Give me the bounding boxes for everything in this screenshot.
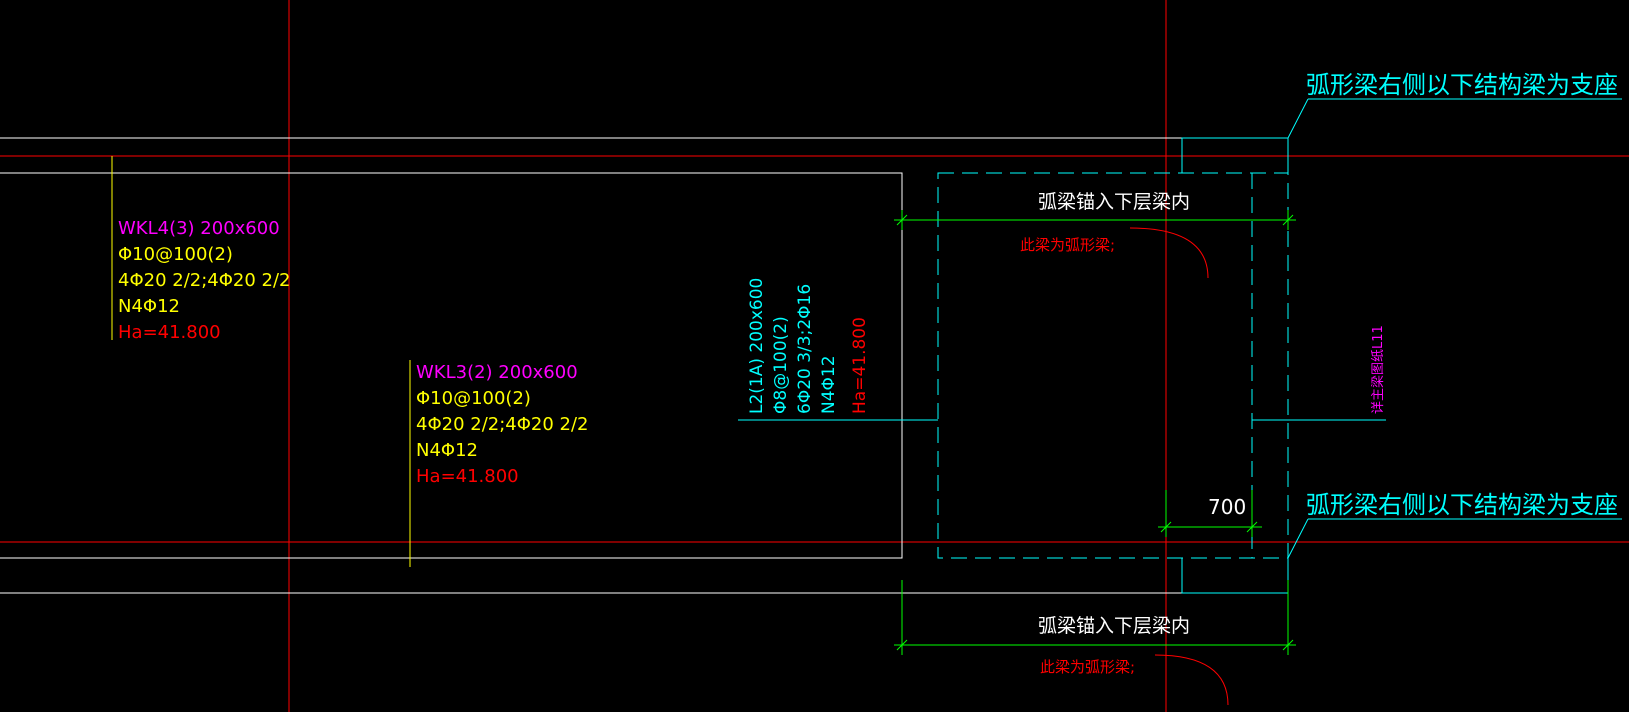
dimension-700: 700 [1208,495,1246,519]
wkl4-name: WKL4(3) 200x600 [118,218,280,239]
wkl3-name: WKL3(2) 200x600 [416,362,578,383]
anchor-note-top: 弧梁锚入下层梁内 [1038,191,1190,213]
wkl4-rebar: 4Φ20 2/2;4Φ20 2/2 [118,270,291,291]
dimension-lines [894,210,1296,655]
support-top-leader-diagonal [1287,98,1309,139]
cad-drawing-canvas: WKL4(3) 200x600 Φ10@100(2) 4Φ20 2/2;4Φ20… [0,0,1629,712]
wkl4-waist: N4Φ12 [118,296,180,317]
l2-rebar: 6Φ20 3/3;2Φ16 [795,284,815,414]
l2-label: L2(1A) 200x600 Φ8@100(2) 6Φ20 3/3;2Φ16 N… [747,278,870,414]
wkl3-elevation: Ha=41.800 [416,466,519,487]
curved-beam-note-bottom: 此梁为弧形梁; [1040,658,1135,676]
wkl4-elevation: Ha=41.800 [118,322,221,343]
wkl3-label: WKL3(2) 200x600 Φ10@100(2) 4Φ20 2/2;4Φ20… [416,362,589,487]
l2-waist: N4Φ12 [819,355,839,414]
support-bracket-bottom [1181,558,1289,594]
l2-stirrup: Φ8@100(2) [771,316,791,414]
l2-name: L2(1A) 200x600 [747,278,767,414]
wkl3-rebar: 4Φ20 2/2;4Φ20 2/2 [416,414,589,435]
support-bottom-leader-diagonal [1287,518,1309,559]
support-note-bottom: 弧形梁右侧以下结构梁为支座 [1306,491,1618,519]
wkl3-stirrup: Φ10@100(2) [416,388,531,409]
anchor-note-bottom: 弧梁锚入下层梁内 [1038,615,1190,637]
support-note-top: 弧形梁右侧以下结构梁为支座 [1306,71,1618,99]
l2-elevation: Ha=41.800 [850,317,870,414]
arc-symbol-top [1129,227,1209,279]
curved-beam-note-top: 此梁为弧形梁; [1020,236,1115,254]
wkl4-label: WKL4(3) 200x600 Φ10@100(2) 4Φ20 2/2;4Φ20… [118,218,291,343]
wkl3-waist: N4Φ12 [416,440,478,461]
wkl4-stirrup: Φ10@100(2) [118,244,233,265]
vertical-note: 详主梁图纸L11 [1371,325,1386,414]
